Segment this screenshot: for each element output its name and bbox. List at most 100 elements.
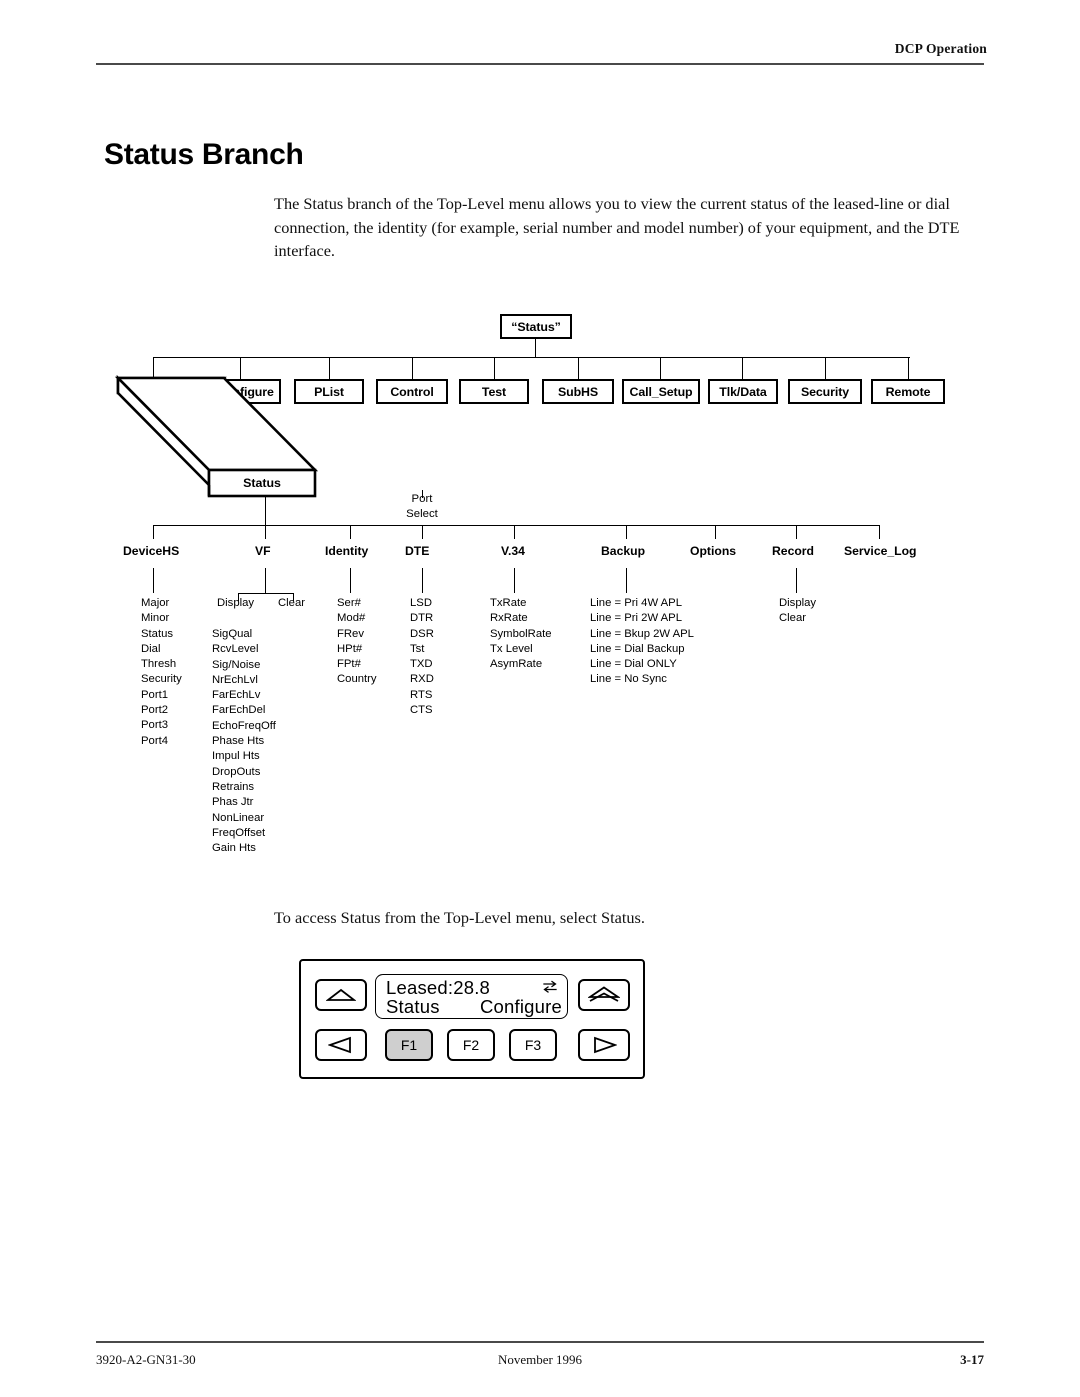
level2-label-identity[interactable]: Identity [325,544,368,558]
leaf-item: Line = Bkup 2W APL [590,627,694,640]
right-arrow-key[interactable] [578,1029,630,1061]
leaf-item: Retrains [212,780,255,793]
footer-date: November 1996 [497,1352,583,1367]
level2-label-vf[interactable]: VF [255,544,271,558]
leaf-column-identity: Ser# Mod# FRev HPt# FPt# Country [337,596,377,688]
tick-vf [265,525,267,539]
tick-test [412,357,414,379]
leaf-item: Dial [141,642,161,655]
root-connector [535,339,537,358]
leaf-item: Line = No Sync [590,673,667,686]
tick-options [715,525,717,539]
leaf-item: AsymRate [490,658,543,671]
tick-bus-end [908,357,910,379]
highlight-box-label: Status [243,476,281,490]
leaf-item: LSD [410,597,432,609]
menu-box-subhs[interactable]: SubHS [542,379,614,404]
descender-dte [422,568,424,593]
tick-callsetup [578,357,580,379]
leaf-item: Minor [141,612,170,625]
document-page: DCP Operation Status Branch The Status b… [0,0,1080,1397]
leaf-item: Tst [410,642,425,655]
level2-label-v34[interactable]: V.34 [501,544,525,558]
leaf-item: CTS [410,704,433,717]
tick-security [742,357,744,379]
device-front-panel: Leased:28.8 Status Configure F1 F2 F3 [299,959,645,1079]
status-connector [265,497,267,525]
leaf-item: NrEchLvl [212,673,258,686]
leaf-item: Display [779,597,817,609]
f1-key[interactable]: F1 [385,1029,433,1061]
leaf-column-v34: TxRate RxRate SymbolRate Tx Level AsymRa… [490,596,552,672]
leaf-column-backup: Line = Pri 4W APL Line = Pri 2W APL Line… [590,596,694,688]
leaf-item: Status [141,627,174,640]
f3-key[interactable]: F3 [509,1029,557,1061]
leaf-item: RcvLevel [212,643,259,656]
leaf-item: Mod# [337,612,366,625]
leaf-item: Country [337,673,377,686]
menu-box-security[interactable]: Security [788,379,862,404]
leaf-item: HPt# [337,642,363,655]
port-select-connector [422,490,424,498]
leaf-item: TxRate [490,597,527,609]
enter-key[interactable] [578,979,630,1011]
footer-rule [96,1341,984,1343]
highlighted-status-block[interactable]: Status [112,374,327,504]
access-instruction: To access Status from the Top-Level menu… [274,908,645,927]
leaf-vf-display: Display [217,597,255,609]
leaf-column-dte: LSD DTR DSR Tst TXD RXD RTS CTS [410,596,434,718]
tick-devicehs [153,525,155,539]
tick-backup [626,525,628,539]
leaf-item: Thresh [141,658,177,671]
level2-label-dte[interactable]: DTE [405,544,429,558]
menu-root-box[interactable]: “Status” [500,314,572,339]
descender-devicehs [153,568,155,593]
f2-key[interactable]: F2 [447,1029,495,1061]
tick-control [329,357,331,379]
up-arrow-key[interactable] [315,979,367,1011]
leaf-item: FRev [337,627,364,640]
menu-box-tlk-data[interactable]: Tlk/Data [708,379,778,404]
leaf-item: Line = Pri 2W APL [590,612,682,625]
leaf-column-devicehs: Major Minor Status Dial Thresh Security … [141,596,182,749]
menu-box-control[interactable]: Control [376,379,448,404]
tick-dte [422,525,424,539]
leaf-item: SigQual [212,628,253,640]
leaf-item: FarEchDel [212,704,266,717]
top-level-bus [153,357,910,359]
descender-v34 [514,568,516,593]
leaf-item: Impul Hts [212,750,260,763]
leaf-item: RTS [410,688,433,701]
menu-box-remote[interactable]: Remote [871,379,945,404]
leaf-item: Gain Hts [212,842,256,855]
leaf-item: Phase Hts [212,735,265,748]
leaf-item: Line = Dial ONLY [590,658,677,671]
level2-label-servicelog[interactable]: Service_Log [844,544,916,558]
leaf-item: DSR [410,627,434,640]
level2-label-record[interactable]: Record [772,544,814,558]
leaf-item: Major [141,597,170,609]
menu-box-test[interactable]: Test [459,379,529,404]
menu-box-call-setup[interactable]: Call_Setup [622,379,700,404]
leaf-item: EchoFreqOff [212,719,276,732]
leaf-column-vf: SigQual RcvLevel Sig/Noise NrEchLvl FarE… [212,627,276,856]
level2-label-backup[interactable]: Backup [601,544,645,558]
descender-backup [626,568,628,593]
leaf-vf-clear: Clear [278,597,305,609]
tick-subhs [494,357,496,379]
lcd-display: Leased:28.8 Status Configure [375,974,568,1019]
tick-remote [825,357,827,379]
leaf-item: Port4 [141,734,169,747]
level2-label-devicehs[interactable]: DeviceHS [123,544,179,558]
left-triangle-icon [328,1036,351,1054]
leaf-item: FPt# [337,658,361,671]
left-arrow-key[interactable] [315,1029,367,1061]
right-triangle-icon [594,1036,617,1054]
leaf-item: FreqOffset [212,826,266,839]
lcd-softkey-label-left: Status [386,996,440,1017]
lcd-line-2: Status Configure [386,996,562,1018]
tick-v34 [514,525,516,539]
descender-record [796,568,798,593]
level2-label-options[interactable]: Options [690,544,736,558]
leaf-item: RxRate [490,612,528,625]
